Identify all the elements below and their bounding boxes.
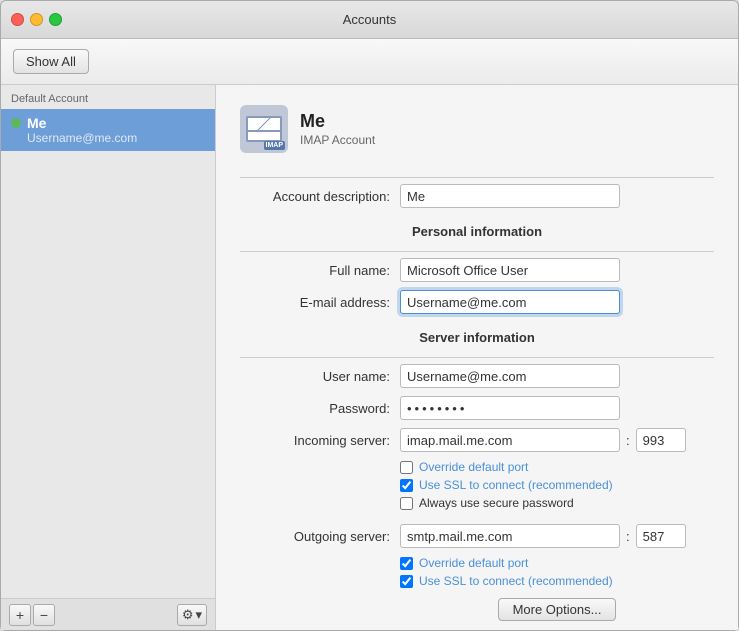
full-name-label: Full name: (240, 263, 400, 278)
sidebar-bottom: + − ⚙ ▾ (1, 598, 215, 630)
more-options-button[interactable]: More Options... (498, 598, 617, 621)
personal-info-label: Personal information (240, 224, 714, 239)
sidebar-account-email: Username@me.com (11, 131, 205, 145)
email-row: E-mail address: (240, 290, 714, 314)
more-options-row: More Options... (400, 598, 714, 621)
email-input[interactable] (400, 290, 620, 314)
always-secure-label[interactable]: Always use secure password (419, 496, 574, 510)
server-info-label: Server information (240, 330, 714, 345)
window: Accounts Show All Default Account Me Use… (0, 0, 739, 631)
incoming-server-fields: : (400, 428, 686, 452)
account-status-dot (11, 118, 21, 128)
password-row: Password: (240, 396, 714, 420)
user-name-row: User name: (240, 364, 714, 388)
outgoing-override-port-row: Override default port (240, 556, 714, 570)
account-type-label: IMAP Account (300, 133, 375, 147)
use-ssl-row: Use SSL to connect (recommended) (240, 478, 714, 492)
personal-info-section: Personal information (240, 224, 714, 239)
outgoing-colon: : (626, 529, 630, 544)
sidebar-bottom-left: + − (9, 604, 55, 626)
show-all-button[interactable]: Show All (13, 49, 89, 74)
outgoing-use-ssl-row: Use SSL to connect (recommended) (240, 574, 714, 588)
sidebar-section-label: Default Account (1, 85, 215, 109)
incoming-server-row: Incoming server: : (240, 428, 714, 452)
always-secure-row: Always use secure password (240, 496, 714, 510)
override-port-row: Override default port (240, 460, 714, 474)
remove-account-button[interactable]: − (33, 604, 55, 626)
account-name-row: Me (11, 115, 205, 131)
account-description-row: Account description: (240, 184, 714, 208)
gear-icon: ⚙ (182, 607, 194, 623)
account-header-info: Me IMAP Account (300, 111, 375, 147)
divider-top (240, 177, 714, 178)
main-content: Default Account Me Username@me.com + − ⚙… (1, 85, 738, 630)
account-description-label: Account description: (240, 189, 400, 204)
envelope-icon (246, 116, 282, 142)
sidebar-account-item[interactable]: Me Username@me.com (1, 109, 215, 151)
outgoing-server-label: Outgoing server: (240, 529, 400, 544)
close-button[interactable] (11, 13, 24, 26)
chevron-down-icon: ▾ (195, 607, 202, 623)
user-name-label: User name: (240, 369, 400, 384)
outgoing-server-row: Outgoing server: : (240, 524, 714, 548)
account-header: IMAP Me IMAP Account (240, 105, 714, 153)
use-ssl-checkbox[interactable] (400, 479, 413, 492)
incoming-server-label: Incoming server: (240, 433, 400, 448)
outgoing-server-fields: : (400, 524, 686, 548)
incoming-port-input[interactable] (636, 428, 686, 452)
outgoing-server-input[interactable] (400, 524, 620, 548)
user-name-input[interactable] (400, 364, 620, 388)
titlebar: Accounts (1, 1, 738, 39)
outgoing-use-ssl-label[interactable]: Use SSL to connect (recommended) (419, 574, 613, 588)
server-info-section: Server information (240, 330, 714, 345)
maximize-button[interactable] (49, 13, 62, 26)
outgoing-override-port-label[interactable]: Override default port (419, 556, 528, 570)
override-default-port-label[interactable]: Override default port (419, 460, 528, 474)
account-description-input[interactable] (400, 184, 620, 208)
override-default-port-checkbox[interactable] (400, 461, 413, 474)
account-title: Me (300, 111, 375, 132)
gear-button[interactable]: ⚙ ▾ (177, 604, 207, 626)
outgoing-override-port-checkbox[interactable] (400, 557, 413, 570)
incoming-server-input[interactable] (400, 428, 620, 452)
minimize-button[interactable] (30, 13, 43, 26)
password-label: Password: (240, 401, 400, 416)
window-title: Accounts (343, 12, 396, 27)
outgoing-port-input[interactable] (636, 524, 686, 548)
password-input[interactable] (400, 396, 620, 420)
sidebar-account-name: Me (27, 115, 46, 131)
detail-panel: IMAP Me IMAP Account Account description… (216, 85, 738, 630)
full-name-row: Full name: (240, 258, 714, 282)
add-account-button[interactable]: + (9, 604, 31, 626)
outgoing-use-ssl-checkbox[interactable] (400, 575, 413, 588)
always-secure-checkbox[interactable] (400, 497, 413, 510)
imap-icon: IMAP (240, 105, 288, 153)
sidebar: Default Account Me Username@me.com + − ⚙… (1, 85, 216, 630)
divider-personal (240, 251, 714, 252)
full-name-input[interactable] (400, 258, 620, 282)
use-ssl-label[interactable]: Use SSL to connect (recommended) (419, 478, 613, 492)
window-buttons (11, 13, 62, 26)
toolbar: Show All (1, 39, 738, 85)
imap-badge: IMAP (264, 141, 286, 150)
email-label: E-mail address: (240, 295, 400, 310)
divider-server (240, 357, 714, 358)
sidebar-spacer (1, 151, 215, 598)
incoming-colon: : (626, 433, 630, 448)
